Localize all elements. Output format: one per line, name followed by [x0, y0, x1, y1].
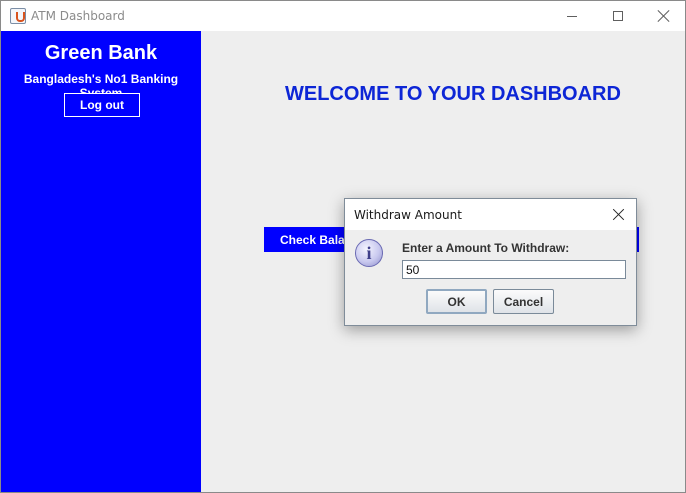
minimize-button[interactable]	[549, 1, 595, 31]
window-titlebar[interactable]: ATM Dashboard	[1, 1, 685, 31]
sidebar: Green Bank Bangladesh's No1 Banking Syst…	[1, 31, 201, 492]
withdraw-prompt-label: Enter a Amount To Withdraw:	[402, 241, 570, 255]
info-icon: i	[355, 239, 383, 267]
java-app-icon	[10, 8, 26, 24]
cancel-button[interactable]: Cancel	[493, 289, 554, 314]
dialog-title: Withdraw Amount	[354, 208, 462, 222]
dialog-close-icon[interactable]	[611, 207, 627, 223]
logout-button[interactable]: Log out	[64, 93, 140, 117]
check-balance-button[interactable]: Check Bala	[264, 227, 354, 252]
ok-button[interactable]: OK	[426, 289, 487, 314]
window-title: ATM Dashboard	[31, 9, 125, 23]
close-window-button[interactable]	[641, 1, 685, 31]
welcome-heading: WELCOME TO YOUR DASHBOARD	[285, 83, 621, 105]
bank-name: Green Bank	[44, 42, 158, 64]
withdraw-amount-input[interactable]	[402, 260, 626, 279]
partially-hidden-button[interactable]	[637, 227, 639, 252]
maximize-icon	[613, 11, 623, 21]
close-icon	[658, 10, 670, 22]
withdraw-dialog: Withdraw Amount i Enter a Amount To With…	[344, 198, 637, 326]
minimize-icon	[567, 15, 577, 17]
maximize-button[interactable]	[595, 1, 641, 31]
dialog-titlebar[interactable]: Withdraw Amount	[345, 199, 636, 230]
